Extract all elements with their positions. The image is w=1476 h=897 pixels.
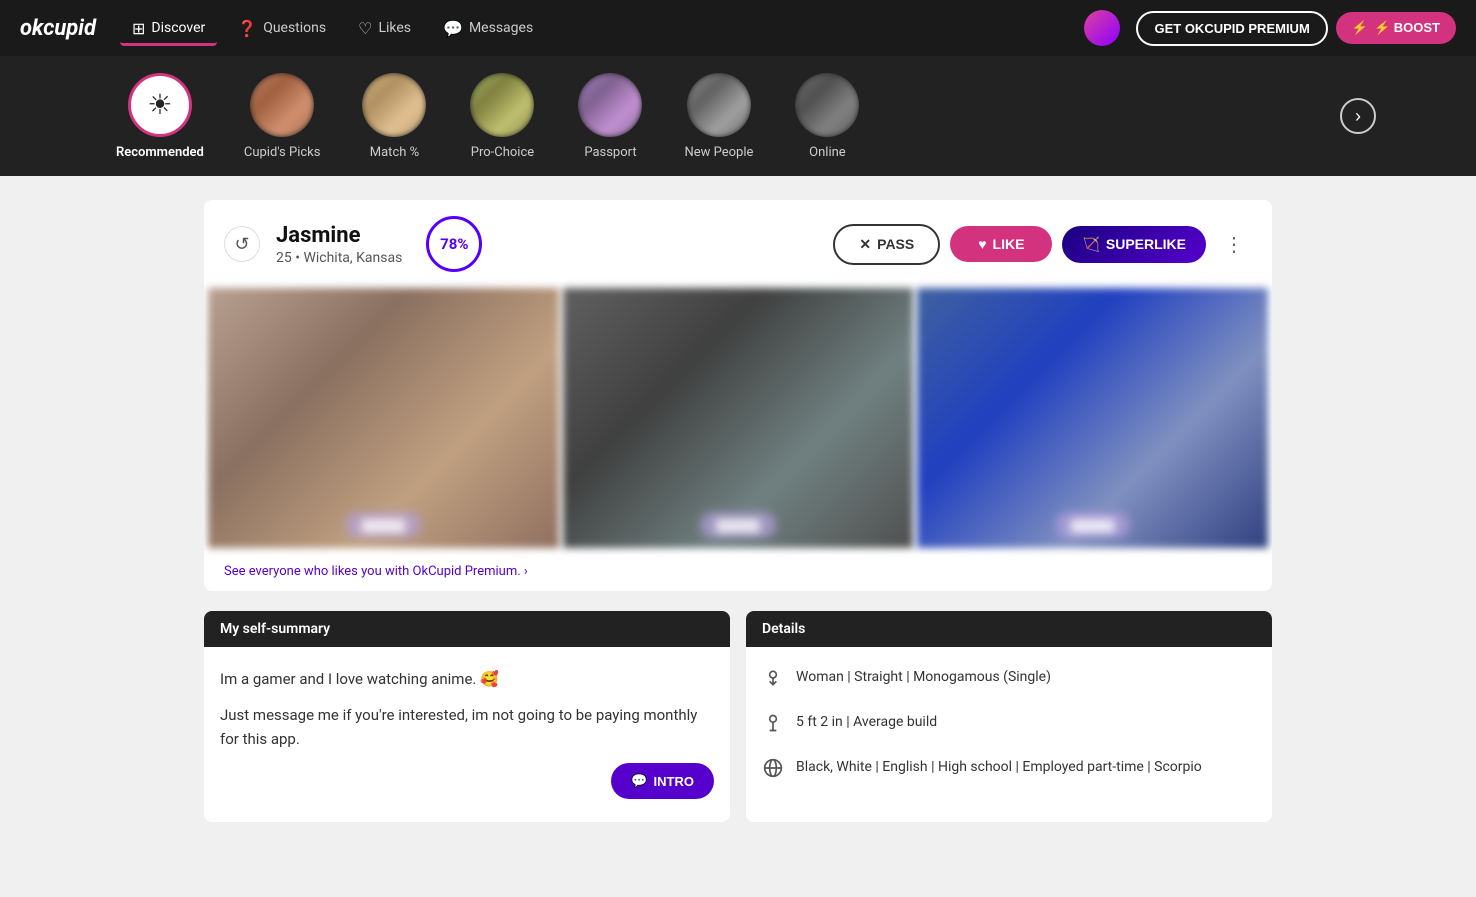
boost-label: ⚡ BOOST — [1374, 20, 1440, 36]
nav-messages[interactable]: 💬 Messages — [431, 11, 545, 46]
self-summary-header: My self-summary — [204, 611, 730, 647]
pro-choice-thumb — [470, 73, 534, 137]
nav-discover[interactable]: ⊞ Discover — [120, 11, 217, 46]
pass-button[interactable]: ✕ PASS — [833, 224, 940, 265]
profile-info-grid: My self-summary Im a gamer and I love wa… — [204, 611, 1272, 822]
nav-likes-label: Likes — [378, 20, 411, 36]
avatar[interactable] — [1084, 10, 1120, 46]
like-heart-icon: ♥ — [978, 236, 986, 252]
details-section: Details Woman | Straight | Monogamous (S… — [746, 611, 1272, 822]
match-thumb — [362, 73, 426, 137]
category-recommended[interactable]: ☀ Recommended — [100, 73, 220, 160]
cupids-picks-thumb — [250, 73, 314, 137]
questions-icon: ❓ — [237, 19, 257, 38]
category-online[interactable]: Online — [777, 73, 877, 160]
pro-choice-label: Pro-Choice — [471, 145, 534, 160]
nav-discover-label: Discover — [151, 20, 205, 36]
pass-label: PASS — [877, 236, 914, 252]
action-buttons: ✕ PASS ♥ LIKE 🏹 SUPERLIKE ⋮ — [833, 224, 1252, 265]
recommended-thumb: ☀ — [128, 73, 192, 137]
photo-2-blur: ▓▓▓▓▓ — [700, 512, 776, 538]
orientation-icon — [762, 668, 784, 696]
premium-button[interactable]: GET OKCUPID PREMIUM — [1136, 11, 1327, 46]
details-header: Details — [746, 611, 1272, 647]
messages-icon: 💬 — [443, 19, 463, 38]
boost-icon: ⚡ — [1352, 20, 1368, 36]
passport-thumb — [578, 73, 642, 137]
premium-link-text: See everyone who likes you with OkCupid … — [224, 564, 528, 579]
cupids-picks-label: Cupid's Picks — [244, 145, 321, 160]
orientation-row: Woman | Straight | Monogamous (Single) — [762, 667, 1256, 696]
profile-sub: 25 • Wichita, Kansas — [276, 250, 402, 266]
superlike-icon: 🏹 — [1082, 236, 1099, 253]
self-summary-text1: Im a gamer and I love watching anime. 🥰 — [220, 667, 714, 691]
orientation-text: Woman | Straight | Monogamous (Single) — [796, 667, 1256, 688]
intro-label: INTRO — [654, 774, 694, 789]
photo-2[interactable]: ▓▓▓▓▓ — [563, 288, 914, 548]
photo-3[interactable]: ▓▓▓▓▓ — [917, 288, 1268, 548]
category-pro-choice[interactable]: Pro-Choice — [452, 73, 552, 160]
photo-3-blur: ▓▓▓▓▓ — [1055, 512, 1131, 538]
category-cupids-picks[interactable]: Cupid's Picks — [228, 73, 337, 160]
profile-card: ↺ Jasmine 25 • Wichita, Kansas 78% ✕ PAS… — [204, 200, 1272, 591]
recommended-label: Recommended — [116, 145, 204, 160]
match-percent-value: 78% — [440, 235, 468, 253]
match-percent-circle: 78% — [426, 216, 482, 272]
category-passport[interactable]: Passport — [560, 73, 660, 160]
pass-x-icon: ✕ — [859, 236, 871, 253]
category-new-people[interactable]: New People — [668, 73, 769, 160]
nav-messages-label: Messages — [469, 20, 533, 36]
profile-header: ↺ Jasmine 25 • Wichita, Kansas 78% ✕ PAS… — [204, 200, 1272, 288]
more-options-button[interactable]: ⋮ — [1216, 228, 1252, 261]
profile-name: Jasmine — [276, 223, 402, 248]
self-summary-section: My self-summary Im a gamer and I love wa… — [204, 611, 730, 822]
superlike-button[interactable]: 🏹 SUPERLIKE — [1062, 226, 1206, 263]
profile-age: 25 — [276, 250, 292, 266]
intro-button[interactable]: 💬 INTRO — [611, 763, 714, 799]
match-label: Match % — [370, 145, 419, 160]
superlike-label: SUPERLIKE — [1106, 236, 1186, 252]
new-people-label: New People — [684, 145, 753, 160]
sun-icon: ☀ — [147, 88, 172, 121]
globe-icon — [762, 758, 784, 786]
new-people-thumb — [687, 73, 751, 137]
likes-icon: ♡ — [358, 19, 372, 38]
online-label: Online — [809, 145, 846, 160]
like-button[interactable]: ♥ LIKE — [950, 226, 1052, 262]
passport-label: Passport — [584, 145, 636, 160]
logo: okcupid — [20, 16, 96, 41]
details-body: Woman | Straight | Monogamous (Single) 5… — [746, 647, 1272, 822]
online-thumb — [795, 73, 859, 137]
category-bar: ☀ Recommended Cupid's Picks Match % Pro-… — [0, 56, 1476, 176]
category-match[interactable]: Match % — [344, 73, 444, 160]
premium-link[interactable]: See everyone who likes you with OkCupid … — [204, 552, 1272, 591]
intro-message-icon: 💬 — [631, 773, 647, 789]
discover-icon: ⊞ — [132, 19, 145, 38]
main-content: ↺ Jasmine 25 • Wichita, Kansas 78% ✕ PAS… — [188, 176, 1288, 870]
undo-button[interactable]: ↺ — [224, 226, 260, 262]
self-summary-text2: Just message me if you're interested, im… — [220, 703, 714, 751]
height-icon — [762, 713, 784, 741]
profile-location: Wichita, Kansas — [303, 250, 402, 266]
height-row: 5 ft 2 in | Average build — [762, 712, 1256, 741]
boost-button[interactable]: ⚡ ⚡ BOOST — [1336, 12, 1456, 44]
nav-questions[interactable]: ❓ Questions — [225, 11, 338, 46]
background-row: Black, White | English | High school | E… — [762, 757, 1256, 786]
photo-1[interactable]: ▓▓▓▓▓ — [208, 288, 559, 548]
like-label: LIKE — [993, 236, 1025, 252]
profile-info: Jasmine 25 • Wichita, Kansas — [276, 223, 402, 266]
photo-1-blur: ▓▓▓▓▓ — [345, 512, 421, 538]
navbar: okcupid ⊞ Discover ❓ Questions ♡ Likes 💬… — [0, 0, 1476, 56]
height-text: 5 ft 2 in | Average build — [796, 712, 1256, 733]
nav-questions-label: Questions — [263, 20, 326, 36]
background-text: Black, White | English | High school | E… — [796, 757, 1256, 778]
nav-likes[interactable]: ♡ Likes — [346, 11, 423, 46]
category-next-button[interactable]: › — [1340, 98, 1376, 134]
self-summary-body: Im a gamer and I love watching anime. 🥰 … — [204, 647, 730, 819]
photo-grid: ▓▓▓▓▓ ▓▓▓▓▓ ▓▓▓▓▓ — [204, 288, 1272, 552]
